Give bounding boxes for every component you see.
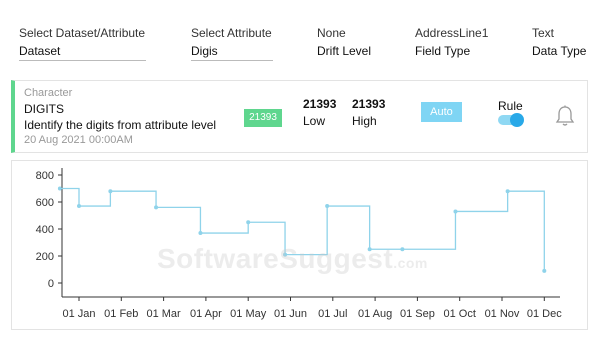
data-point [325,204,330,209]
data-point [57,186,62,191]
y-tick-label: 0 [48,278,54,290]
data-point [246,220,251,225]
data-point [108,189,113,194]
data-point [77,204,81,209]
watermark-main: SoftwareSuggest [157,243,394,274]
x-tick-label: 01 Aug [358,308,392,320]
data-point [453,209,458,214]
watermark-suffix: .com [393,255,428,271]
y-tick-label: 600 [36,197,54,209]
y-tick-label: 800 [36,170,54,182]
x-tick-label: 01 Jul [318,308,347,320]
data-point [154,205,159,210]
watermark: SoftwareSuggest.com [157,243,428,275]
y-tick-label: 400 [36,224,54,236]
data-point [198,231,203,236]
x-tick-label: 01 Sep [400,308,435,320]
y-tick-label: 200 [36,251,54,263]
x-tick-label: 01 Oct [443,308,475,320]
x-tick-label: 01 Apr [190,308,222,320]
x-tick-label: 01 Dec [527,308,562,320]
data-point [505,189,510,194]
data-point [542,268,547,273]
drift-chart: 0 200 400 600 800 01 Jan 01 Feb 01 Mar 01 Apr 01 … [36,168,562,320]
x-tick-label: 01 Nov [485,308,520,320]
x-tick-label: 01 Feb [104,308,138,320]
x-tick-label: 01 May [230,308,267,320]
x-tick-label: 01 Mar [146,308,181,320]
x-tick-label: 01 Jun [274,308,307,320]
x-tick-label: 01 Jan [62,308,95,320]
